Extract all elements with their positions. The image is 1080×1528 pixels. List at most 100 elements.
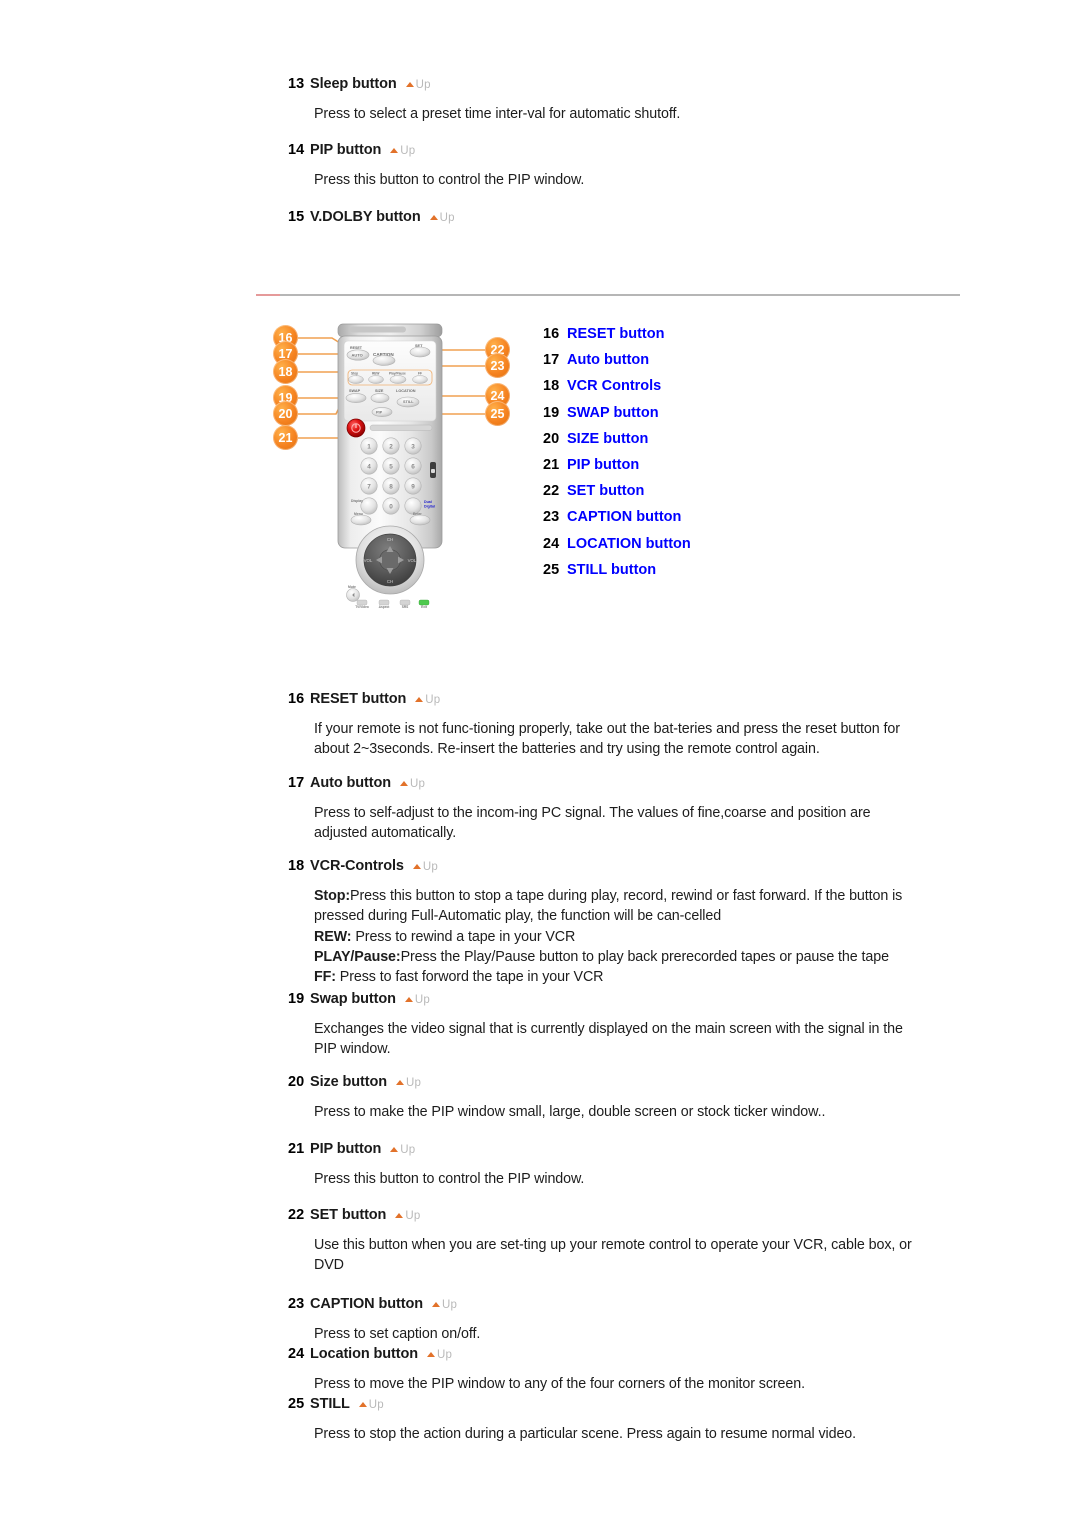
up-link[interactable]: Up [404, 993, 430, 1006]
svg-text:AUTO: AUTO [352, 353, 363, 358]
legend-item-22[interactable]: 22 SET button [543, 483, 803, 499]
body-line: Press to move the PIP window to any of t… [314, 1376, 805, 1392]
up-arrow-icon [358, 1402, 367, 1407]
body-line: DVD [314, 1257, 344, 1274]
section-number: 13 [288, 76, 305, 92]
section-body: If your remote is not func-tioning prope… [314, 719, 988, 760]
section-20-size-button: 20 Size button Up Press to make the PIP … [288, 1074, 988, 1122]
up-link[interactable]: Up [390, 145, 415, 157]
up-link[interactable]: Up [429, 212, 455, 224]
section-number: 16 [288, 691, 305, 707]
legend-item-23[interactable]: 23 CAPTION button [543, 509, 803, 525]
body-line: PIP window. [314, 1041, 391, 1058]
legend-number: 20 [543, 430, 560, 447]
up-label: Up [414, 993, 430, 1006]
up-arrow-icon [390, 148, 399, 153]
play-label: PLAY/Pause: [314, 948, 401, 965]
svg-text:4: 4 [367, 464, 371, 471]
legend-item-20[interactable]: 20 SIZE button [543, 431, 803, 447]
section-body: Press to stop the action during a partic… [314, 1424, 988, 1444]
legend-item-19[interactable]: 19 SWAP button [543, 405, 803, 421]
legend-item-16[interactable]: 16 RESET button [543, 326, 803, 342]
up-label: Up [422, 860, 438, 873]
svg-text:3: 3 [411, 444, 415, 451]
section-22-set-button: 22 SET button Up Use this button when yo… [288, 1207, 988, 1276]
svg-text:Menu: Menu [354, 512, 363, 516]
horizontal-divider [256, 294, 960, 296]
section-title: STILL [310, 1396, 350, 1412]
legend-item-25[interactable]: 25 STILL button [543, 562, 803, 578]
stop-label: Stop: [314, 888, 351, 904]
rew-label: REW: [314, 928, 352, 945]
callout-badge-18: 18 [273, 359, 298, 384]
section-heading: 14 PIP button Up [288, 142, 988, 158]
section-heading: 16 RESET button Up [288, 691, 988, 707]
svg-text:9: 9 [411, 484, 415, 491]
up-link[interactable]: Up [395, 1210, 420, 1222]
legend-number: 16 [543, 326, 560, 342]
section-body: Press this button to control the PIP win… [314, 170, 988, 190]
section-title: Swap button [310, 991, 396, 1007]
section-body: Exchanges the video signal that is curre… [314, 1019, 988, 1060]
section-title: Location button [310, 1346, 419, 1362]
ff-text: Press to fast forword the tape in your V… [335, 969, 604, 986]
legend-number: 24 [543, 535, 560, 552]
section-body: Press this button to control the PIP win… [314, 1169, 988, 1189]
section-heading: 19 Swap button Up [288, 991, 988, 1007]
document-page: 13 Sleep button Up Press to select a pre… [0, 0, 1080, 1528]
body-line: adjusted automatically. [314, 825, 457, 842]
up-link[interactable]: Up [427, 1349, 452, 1361]
body-line: Press this button to control the PIP win… [314, 1171, 585, 1187]
up-arrow-icon [395, 1213, 404, 1218]
up-label: Up [415, 78, 431, 91]
svg-text:SWAP: SWAP [349, 389, 361, 393]
svg-text:Exit: Exit [421, 605, 428, 609]
rew-text: Press to rewind a tape in your VCR [351, 928, 576, 945]
section-number: 21 [288, 1141, 305, 1157]
legend-item-17[interactable]: 17 Auto button [543, 352, 803, 368]
section-17-auto-button: 17 Auto button Up Press to self-adjust t… [288, 775, 988, 844]
section-title: RESET button [310, 691, 407, 707]
up-label: Up [400, 1143, 416, 1156]
up-link[interactable]: Up [358, 1398, 384, 1411]
stop-text: Press this button to stop a tape during … [350, 888, 903, 904]
body-line-stop-cont: pressed during Full-Automatic play, the … [314, 908, 722, 925]
up-link[interactable]: Up [396, 1077, 421, 1089]
legend-number: 17 [543, 352, 560, 369]
legend-number: 19 [543, 404, 560, 421]
svg-text:CH: CH [387, 537, 393, 542]
legend-item-21[interactable]: 21 PIP button [543, 457, 803, 473]
section-title: PIP button [310, 142, 382, 158]
section-23-caption-button: 23 CAPTION button Up Press to set captio… [288, 1296, 988, 1344]
up-link[interactable]: Up [390, 1144, 415, 1156]
section-title: Sleep button [310, 76, 397, 92]
up-link[interactable]: Up [431, 1299, 457, 1311]
body-line: If your remote is not func-tioning prope… [314, 721, 900, 737]
section-title: PIP button [310, 1141, 382, 1157]
legend-item-24[interactable]: 24 LOCATION button [543, 536, 803, 552]
section-number: 18 [288, 858, 305, 874]
section-heading: 24 Location button Up [288, 1346, 988, 1362]
up-label: Up [406, 1076, 422, 1089]
up-link[interactable]: Up [415, 694, 440, 706]
svg-text:1: 1 [367, 444, 371, 451]
legend-label: SET button [567, 483, 645, 500]
section-14-pip-button: 14 PIP button Up Press this button to co… [288, 142, 988, 190]
section-title: SET button [310, 1207, 387, 1223]
legend-number: 22 [543, 483, 560, 500]
body-line-play: PLAY/Pause:Press the Play/Pause button t… [314, 947, 988, 967]
ff-label: FF: [314, 969, 336, 986]
up-link[interactable]: Up [405, 78, 431, 91]
up-link[interactable]: Up [400, 778, 425, 790]
section-title: Auto button [310, 775, 392, 791]
section-15-vdolby-button: 15 V.DOLBY button Up [288, 209, 988, 225]
up-arrow-icon [400, 781, 409, 786]
legend-item-18[interactable]: 18 VCR Controls [543, 378, 803, 394]
up-label: Up [368, 1398, 384, 1411]
svg-text:Digital: Digital [424, 505, 435, 509]
up-link[interactable]: Up [412, 860, 438, 873]
body-line-stop: Stop:Press this button to stop a tape du… [314, 886, 988, 906]
section-number: 25 [288, 1396, 305, 1412]
up-label: Up [405, 1209, 421, 1222]
svg-text:LOCATION: LOCATION [396, 389, 416, 393]
